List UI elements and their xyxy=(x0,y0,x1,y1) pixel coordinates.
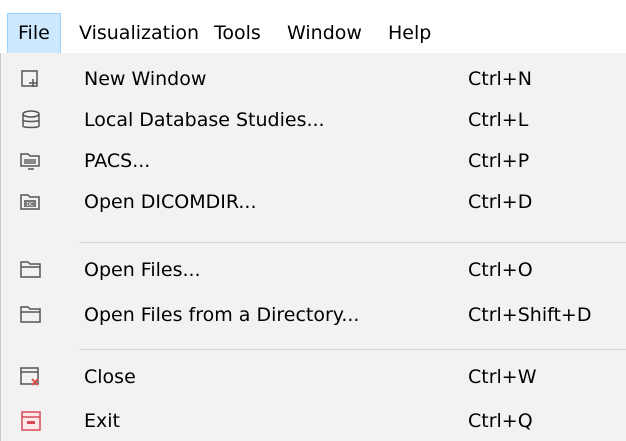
folder-icon xyxy=(19,258,43,282)
menu-item-open-files-from-directory[interactable]: Open Files from a Directory... Ctrl+Shif… xyxy=(1,295,626,335)
menu-file[interactable]: File xyxy=(7,13,61,53)
menu-item-label: Open DICOMDIR... xyxy=(84,191,257,213)
menu-item-close[interactable]: Close Ctrl+W xyxy=(1,357,626,397)
menu-item-label: Local Database Studies... xyxy=(84,109,325,131)
menu-item-shortcut: Ctrl+Shift+D xyxy=(468,304,592,326)
close-window-icon xyxy=(19,365,43,389)
menu-item-label: Exit xyxy=(84,410,120,432)
menu-item-label: PACS... xyxy=(84,150,151,172)
menu-item-shortcut: Ctrl+L xyxy=(468,109,529,131)
folder-icon xyxy=(19,303,43,327)
menu-item-shortcut: Ctrl+P xyxy=(468,150,530,172)
menu-item-label: Close xyxy=(84,366,136,388)
pacs-icon xyxy=(19,149,43,173)
new-window-icon xyxy=(19,67,43,91)
menu-item-shortcut: Ctrl+D xyxy=(468,191,533,213)
menu-item-label: Open Files... xyxy=(84,259,201,281)
menu-item-shortcut: Ctrl+O xyxy=(468,259,533,281)
menu-item-shortcut: Ctrl+N xyxy=(468,68,532,90)
menu-item-new-window[interactable]: New Window Ctrl+N xyxy=(1,59,626,99)
menu-item-local-database-studies[interactable]: Local Database Studies... Ctrl+L xyxy=(1,100,626,140)
menu-tools[interactable]: Tools xyxy=(204,13,271,53)
menu-item-open-dicomdir[interactable]: DC Open DICOMDIR... Ctrl+D xyxy=(1,182,626,222)
dicomdir-icon: DC xyxy=(19,190,43,214)
menu-item-open-files[interactable]: Open Files... Ctrl+O xyxy=(1,250,626,290)
database-icon xyxy=(19,108,43,132)
menu-item-shortcut: Ctrl+W xyxy=(468,366,537,388)
svg-text:DC: DC xyxy=(26,202,34,208)
menu-item-exit[interactable]: Exit Ctrl+Q xyxy=(1,401,626,441)
menu-window[interactable]: Window xyxy=(277,13,372,53)
menu-item-label: New Window xyxy=(84,68,207,90)
menu-help[interactable]: Help xyxy=(378,13,441,53)
menu-item-pacs[interactable]: PACS... Ctrl+P xyxy=(1,141,626,181)
exit-icon xyxy=(19,409,43,433)
menu-item-label: Open Files from a Directory... xyxy=(84,304,360,326)
menu-separator xyxy=(79,349,626,350)
menu-separator xyxy=(79,242,626,243)
menu-visualization[interactable]: Visualization xyxy=(69,13,209,53)
file-menu-dropdown: New Window Ctrl+N Local Database Studies… xyxy=(0,53,626,441)
menu-bar: File Visualization Tools Window Help xyxy=(0,0,626,53)
menu-item-shortcut: Ctrl+Q xyxy=(468,410,533,432)
